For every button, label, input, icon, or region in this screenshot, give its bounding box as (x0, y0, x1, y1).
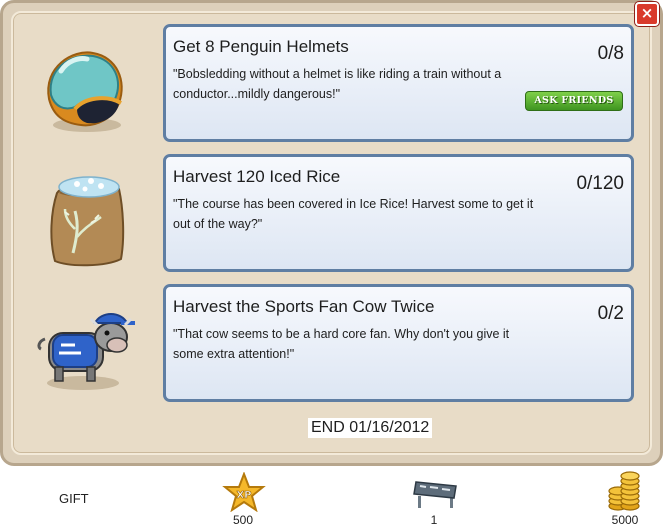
gift-label: GIFT (59, 491, 89, 506)
xp-star-text: XP (236, 490, 251, 501)
close-button[interactable]: × (635, 2, 659, 26)
quest-card: Harvest the Sports Fan Cow Twice 0/2 "Th… (163, 284, 634, 402)
end-date-label: END 01/16/2012 (308, 418, 433, 438)
sports-fan-cow-icon (35, 299, 135, 399)
gold-coins-icon (606, 470, 642, 512)
iced-rice-sack-icon (35, 167, 135, 267)
quest-description: "Bobsledding without a helmet is like ri… (173, 67, 502, 101)
quest-progress: 0/8 (597, 43, 624, 64)
xp-reward-value: 500 (232, 513, 254, 527)
quest-dialog: Get 8 Penguin Helmets 0/8 "Bobsledding w… (0, 0, 663, 466)
item-reward-value: 1 (430, 513, 438, 527)
quest-title: Harvest 120 Iced Rice (173, 167, 341, 186)
quest-description: "That cow seems to be a hard core fan. W… (173, 327, 510, 361)
penguin-helmet-icon (35, 37, 135, 137)
quest-progress: 0/120 (576, 173, 624, 194)
bobsled-sign-icon (412, 474, 460, 510)
rewards-bar: GIFT XP 500 1 5000 (0, 466, 663, 528)
quest-card: Get 8 Penguin Helmets 0/8 "Bobsledding w… (163, 24, 634, 142)
ask-friends-button[interactable]: ASK FRIENDS (525, 91, 623, 111)
quest-card: Harvest 120 Iced Rice 0/120 "The course … (163, 154, 634, 272)
quest-title: Harvest the Sports Fan Cow Twice (173, 297, 435, 316)
coins-reward-value: 5000 (611, 513, 639, 527)
quest-progress: 0/2 (597, 303, 624, 324)
quest-title: Get 8 Penguin Helmets (173, 37, 349, 56)
xp-star-icon: XP (222, 471, 266, 513)
quest-description: "The course has been covered in Ice Rice… (173, 197, 534, 231)
